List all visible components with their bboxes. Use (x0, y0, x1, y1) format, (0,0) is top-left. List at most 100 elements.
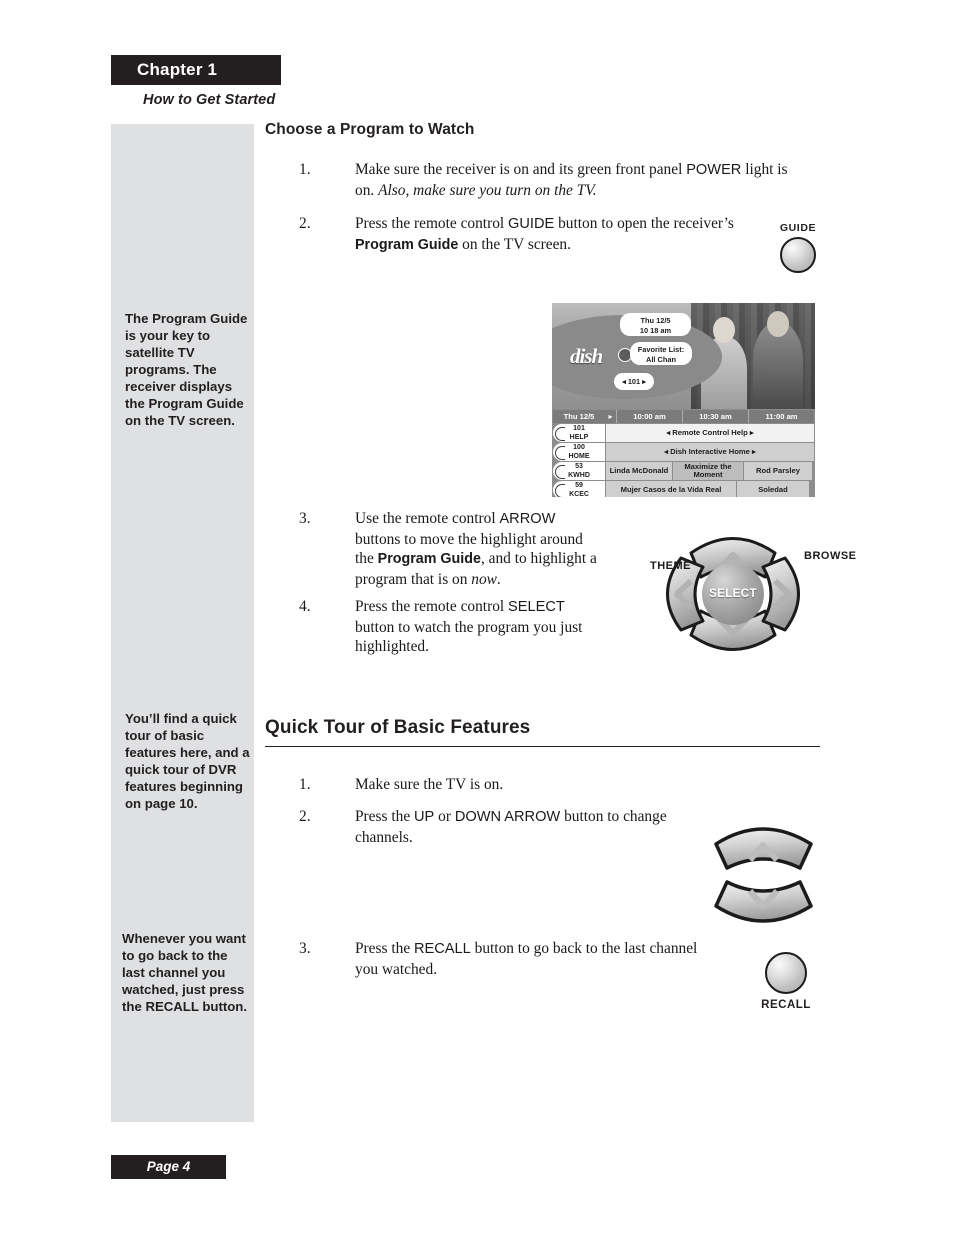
step-text: Make sure the TV is on. (355, 775, 699, 795)
tv-favorite-list-pill: Favorite List: All Chan (630, 342, 692, 365)
chapter-title: Chapter 1 (137, 60, 218, 79)
step-number: 3. (299, 510, 311, 527)
channel-name: KWHD (568, 471, 590, 479)
section-subtitle: How to Get Started (143, 92, 276, 108)
theme-label: THEME (650, 560, 691, 572)
grid-program-cell: Mujer Casos de la Vida Real (606, 481, 736, 497)
step-number: 1. (299, 776, 311, 793)
sidebar-note-program-guide: The Program Guide is your key to satelli… (125, 311, 248, 428)
step-text-part: Use the remote control (355, 510, 500, 527)
grid-program-cell: Rod Parsley (744, 462, 812, 480)
tv-person-right-head (767, 311, 789, 337)
step-choose-2: 2. Press the remote control GUIDE button… (299, 214, 759, 255)
tv-channel-pill: ◂ 101 ▸ (614, 373, 654, 390)
channel-number: 101 (573, 425, 585, 432)
recall-button-label: RECALL (761, 999, 811, 1011)
key-down-arrow: DOWN ARROW (454, 809, 561, 825)
tv-banner-area: dish Thu 12/5 10 18 am Favorite List: Al… (552, 303, 815, 409)
step-text: Make sure the receiver is on and its gre… (355, 160, 809, 200)
tv-person-left-head (713, 317, 735, 343)
up-down-arrow-svg (714, 827, 813, 923)
favorite-list-value: All Chan (646, 354, 676, 364)
step-text-part: Make sure the TV is on. (355, 776, 504, 793)
guide-button-illustration: GUIDE (768, 222, 828, 273)
step-quicktour-2: 2. Press the UP or DOWN ARROW button to … (299, 807, 699, 847)
grid-program-cell: Maximize the Moment (673, 462, 743, 480)
term-program-guide: Program Guide (377, 551, 481, 567)
table-row: 100 HOME ◂ Dish Interactive Home ▸ (553, 443, 814, 461)
key-recall: RECALL (414, 941, 471, 957)
step-text-part: on the TV screen. (458, 235, 571, 253)
step-text-part: Press the (355, 940, 414, 957)
heading-choose-a-program: Choose a Program to Watch (265, 121, 475, 138)
grid-channel-cell: 59 KCEC (553, 481, 605, 497)
tv-clock-date: Thu 12/5 (640, 316, 671, 325)
tv-program-guide-screenshot: dish Thu 12/5 10 18 am Favorite List: Al… (552, 303, 815, 497)
grid-time-cell: 11:00 am (748, 410, 814, 423)
channel-name: HELP (569, 433, 589, 441)
key-select: SELECT (508, 599, 565, 615)
step-text-part: Make sure the receiver is on and its gre… (355, 161, 687, 178)
step-text-part: Press the remote control (355, 215, 509, 232)
channel-name: HOME (568, 452, 590, 460)
step-text: Press the remote control SELECT button t… (355, 597, 599, 657)
channel-name: KCEC (569, 490, 589, 498)
sidebar-notes-panel: The Program Guide is your key to satelli… (111, 124, 254, 1122)
arrow-right-key[interactable] (761, 556, 800, 632)
channel-number: 53 (575, 463, 583, 470)
step-number: 3. (299, 940, 311, 957)
tv-guide-grid: Thu 12/5 ▸ 10:00 am 10:30 am 11:00 am 10… (552, 409, 815, 497)
key-arrow: ARROW (499, 511, 556, 527)
step-number: 2. (299, 808, 311, 825)
key-power: POWER (686, 162, 742, 178)
browse-label: BROWSE (804, 550, 857, 562)
page-number-bar: Page 4 (111, 1155, 226, 1179)
arrow-pad-illustration: SELECT THEME BROWSE (645, 515, 857, 670)
step-text-part: Press the remote control (355, 598, 509, 615)
step-text-part: button to watch the program you just hig… (355, 618, 583, 656)
grid-channel-cell: 53 KWHD (553, 462, 605, 480)
table-row: 101 HELP ◂ Remote Control Help ▸ (553, 424, 814, 442)
sidebar-note-quick-tour: You’ll find a quick tour of basic featur… (125, 711, 250, 811)
grid-program-cell: ◂ Remote Control Help ▸ (606, 424, 814, 442)
step-number: 2. (299, 215, 311, 232)
term-program-guide: Program Guide (355, 236, 459, 253)
dish-logo: dish (570, 344, 603, 368)
step-number: 4. (299, 598, 311, 615)
step-text-part: . (496, 570, 501, 588)
grid-program-cell: Soledad (737, 481, 809, 497)
key-up: UP (414, 809, 435, 825)
tv-guide-grid-header: Thu 12/5 ▸ 10:00 am 10:30 am 11:00 am (553, 410, 814, 423)
channel-number: 100 (573, 444, 585, 451)
step-quicktour-1: 1. Make sure the TV is on. (299, 775, 699, 795)
favorite-list-label: Favorite List: (637, 345, 685, 354)
grid-program-cell: Linda McDonald (606, 462, 672, 480)
channel-number: 59 (575, 482, 583, 489)
step-quicktour-3: 3. Press the RECALL button to go back to… (299, 939, 699, 979)
table-row: 53 KWHD Linda McDonald Maximize the Mome… (553, 462, 814, 480)
key-guide: GUIDE (508, 216, 555, 232)
step-choose-4: 4. Press the remote control SELECT butto… (299, 597, 599, 657)
step-text: Use the remote control ARROW buttons to … (355, 509, 599, 589)
guide-button-label: GUIDE (779, 222, 817, 234)
step-text: Press the RECALL button to go back to th… (355, 939, 699, 979)
guide-button-icon (780, 237, 816, 273)
step-number: 1. (299, 161, 311, 178)
step-text-emphasis: Also, make sure you turn on the TV. (378, 181, 597, 199)
recall-button-illustration: RECALL (755, 952, 817, 1011)
chapter-header-bar: Chapter 1 (111, 55, 281, 85)
recall-button-icon[interactable] (765, 952, 807, 994)
sidebar-note-recall: Whenever you want to go back to the last… (122, 931, 248, 1014)
select-button[interactable]: SELECT (702, 563, 764, 625)
step-text-part: button to open the receiver’s (554, 215, 734, 232)
grid-date-cell: Thu 12/5 (553, 410, 605, 423)
step-text-emphasis: now (471, 570, 497, 588)
up-down-arrow-illustration (706, 812, 821, 937)
heading-quick-tour: Quick Tour of Basic Features (265, 717, 820, 747)
grid-time-cell: 10:00 am (616, 410, 682, 423)
grid-channel-cell: 100 HOME (553, 443, 605, 461)
step-text-part: Press the (355, 808, 414, 825)
grid-time-cell: 10:30 am (682, 410, 748, 423)
tv-clock-time: 10 18 am (639, 325, 672, 335)
grid-scroll-right-icon: ▸ (605, 410, 616, 423)
